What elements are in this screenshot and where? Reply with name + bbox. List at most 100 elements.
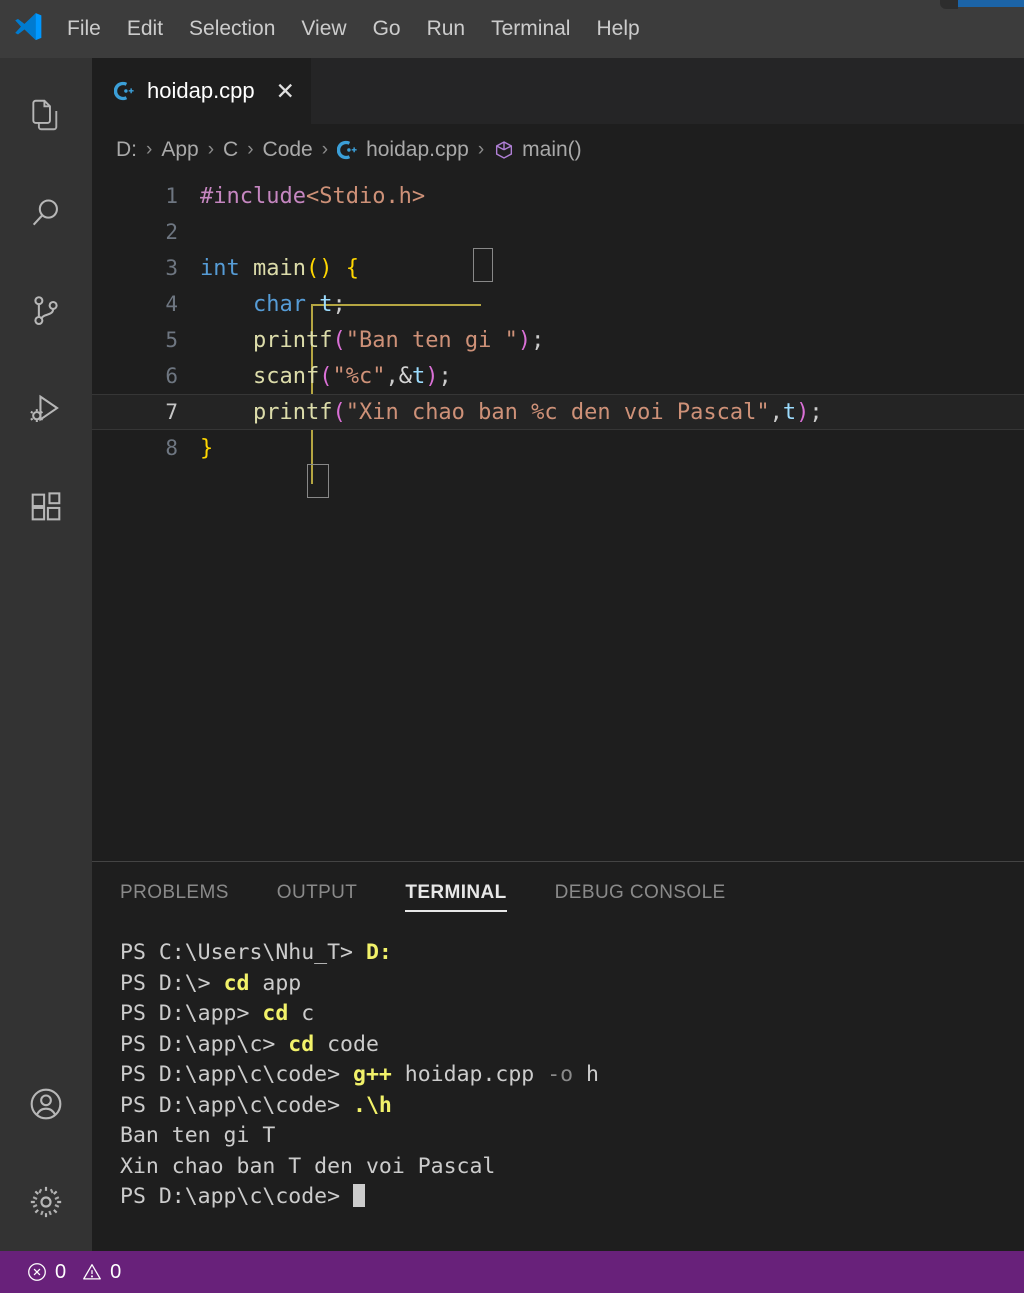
matching-brace-close-box <box>307 464 329 498</box>
sidebar-item-explorer[interactable] <box>0 66 92 164</box>
files-icon <box>27 96 65 134</box>
sidebar-item-search[interactable] <box>0 164 92 262</box>
terminal-segment: cd <box>288 1031 315 1057</box>
menu-terminal[interactable]: Terminal <box>478 12 583 45</box>
breadcrumb-item-symbol[interactable]: main() <box>522 138 582 162</box>
code-token: "%c" <box>332 363 386 389</box>
terminal-segment: h <box>573 1062 599 1087</box>
search-icon <box>27 194 65 232</box>
code-token: ; <box>438 363 452 389</box>
menu-help[interactable]: Help <box>583 12 652 45</box>
terminal-cursor <box>353 1184 365 1207</box>
vscode-window: File Edit Selection View Go Run Terminal… <box>0 0 1024 1293</box>
sidebar-item-manage[interactable] <box>0 1153 92 1251</box>
tab-problems[interactable]: PROBLEMS <box>120 862 253 924</box>
code-token: , <box>385 363 399 389</box>
sidebar-item-extensions[interactable] <box>0 458 92 556</box>
menu-view[interactable]: View <box>288 12 359 45</box>
terminal-segment: c <box>288 1001 315 1026</box>
status-problems[interactable]: 0 0 <box>26 1261 121 1284</box>
run-debug-icon <box>27 390 65 428</box>
code-token: main <box>253 255 306 281</box>
tab-terminal[interactable]: TERMINAL <box>381 862 530 924</box>
line-number: 3 <box>165 256 178 280</box>
cpp-file-icon <box>337 139 359 161</box>
line-content: int main() { <box>200 256 1024 281</box>
code-token: { <box>345 255 359 281</box>
code-token: <Stdio.h> <box>305 183 426 209</box>
terminal-segment: hoidap.cpp <box>391 1062 548 1087</box>
terminal-segment: cd <box>223 970 250 996</box>
code-token: ) <box>425 363 439 389</box>
sidebar-item-run-debug[interactable] <box>0 360 92 458</box>
menu-selection[interactable]: Selection <box>176 12 288 45</box>
menu-run[interactable]: Run <box>414 12 479 45</box>
terminal-segment: PS D:\app\c\code> <box>120 1062 353 1087</box>
menu-go[interactable]: Go <box>360 12 414 45</box>
tab-hoidap-cpp[interactable]: hoidap.cpp ✕ <box>92 58 312 124</box>
vscode-logo-icon <box>0 12 54 46</box>
code-token: & <box>398 363 412 389</box>
terminal-line: PS D:\app> cd c <box>120 999 1024 1030</box>
code-editor[interactable]: 1 #include<Stdio.h> 2 3 int main() {4 char t… <box>92 176 1024 861</box>
menu-file[interactable]: File <box>54 12 114 45</box>
line-number: 2 <box>165 220 178 244</box>
code-token: printf <box>252 327 333 353</box>
error-count: 0 <box>55 1260 67 1283</box>
warning-icon <box>81 1261 103 1283</box>
code-token: ( <box>319 363 333 389</box>
menu-bar: File Edit Selection View Go Run Terminal… <box>54 12 653 45</box>
window-controls[interactable] <box>958 0 1024 7</box>
breadcrumb-item-code[interactable]: Code <box>263 138 313 162</box>
code-token: "Ban ten gi " <box>345 327 518 353</box>
breadcrumb-item-app[interactable]: App <box>161 138 198 162</box>
terminal-output[interactable]: PS C:\Users\Nhu_T> D: PS D:\> cd app PS D:… <box>92 924 1024 1251</box>
editor-tabs-bar: hoidap.cpp ✕ <box>92 58 1024 124</box>
terminal-segment: PS C:\Users\Nhu_T> <box>120 940 366 965</box>
code-token: "Xin chao ban %c den voi Pascal" <box>345 399 770 425</box>
code-token: ; <box>332 291 346 317</box>
breadcrumb-item-c[interactable]: C <box>223 138 238 162</box>
code-token: int <box>200 255 240 281</box>
breadcrumb-item-file[interactable]: hoidap.cpp <box>366 138 469 162</box>
code-token: scanf <box>252 363 320 389</box>
tab-debug-console[interactable]: DEBUG CONSOLE <box>531 862 750 924</box>
activity-bar <box>0 58 92 1251</box>
code-token: t <box>411 363 426 389</box>
code-token: t <box>319 291 333 317</box>
breadcrumb-separator: › <box>146 139 153 160</box>
menu-edit[interactable]: Edit <box>114 12 176 45</box>
breadcrumb-item-drive[interactable]: D: <box>116 138 137 162</box>
terminal-segment: g++ <box>353 1062 392 1087</box>
line-number: 8 <box>165 436 178 460</box>
sidebar-item-accounts[interactable] <box>0 1055 92 1153</box>
terminal-segment: PS D:\app\c\code> <box>120 1092 353 1118</box>
line-content: } <box>200 436 1024 461</box>
code-token: ) <box>517 327 532 353</box>
line-content: scanf("%c",&t); <box>200 364 1024 389</box>
code-token: } <box>200 435 214 461</box>
source-control-icon <box>27 292 65 330</box>
tab-output[interactable]: OUTPUT <box>253 862 382 924</box>
terminal-segment: app <box>249 970 302 996</box>
symbol-method-icon <box>493 139 515 161</box>
terminal-segment: PS D:\app\c\code> <box>120 1184 353 1209</box>
code-token: ; <box>809 399 823 425</box>
terminal-segment: -o <box>547 1062 574 1087</box>
workbench-body: hoidap.cpp ✕ D: › App › C › Code › hoida… <box>0 58 1024 1251</box>
terminal-line: Xin chao ban T den voi Pascal <box>120 1152 1024 1183</box>
extensions-icon <box>27 488 65 526</box>
code-token: ; <box>531 327 545 353</box>
terminal-segment: cd <box>262 1001 289 1026</box>
sidebar-item-source-control[interactable] <box>0 262 92 360</box>
terminal-line: PS D:\> cd app <box>120 969 1024 1000</box>
line-content: printf("Xin chao ban %c den voi Pascal",… <box>200 400 1024 425</box>
panel-tabs: PROBLEMS OUTPUT TERMINAL DEBUG CONSOLE <box>92 862 1024 924</box>
breadcrumb-separator: › <box>321 139 329 160</box>
title-menu-bar: File Edit Selection View Go Run Terminal… <box>0 0 1024 58</box>
close-icon[interactable]: ✕ <box>276 79 295 103</box>
code-line: 1 #include<Stdio.h> <box>92 178 1024 214</box>
terminal-segment: D: <box>365 940 392 965</box>
